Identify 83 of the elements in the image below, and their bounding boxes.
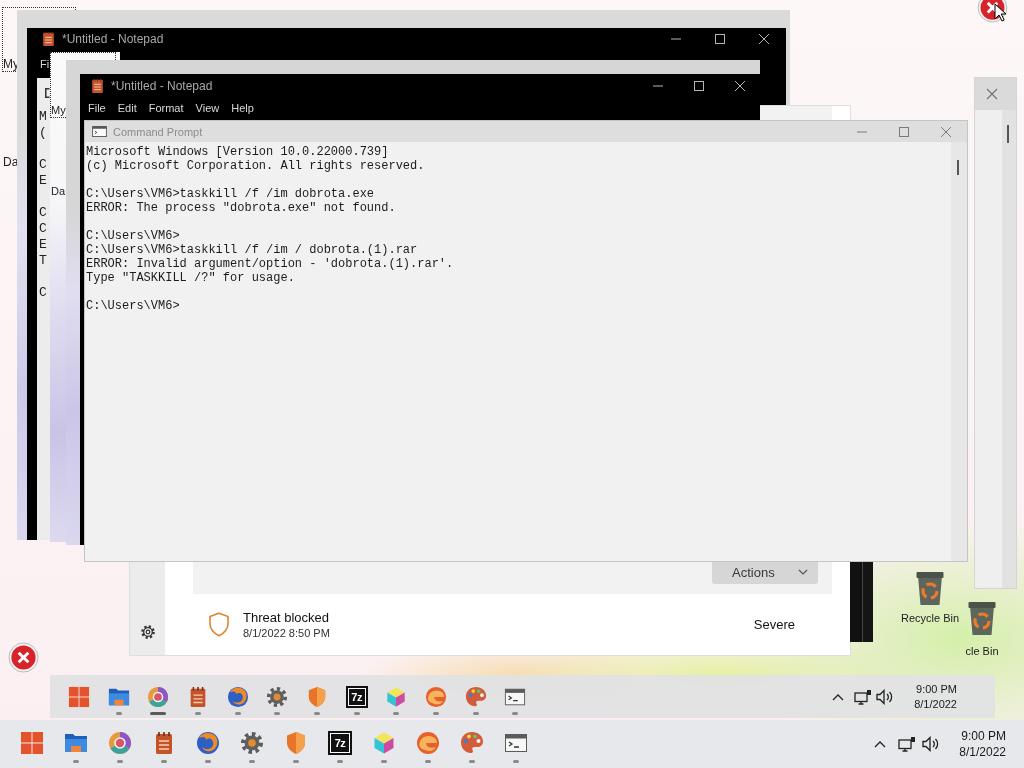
- folder-icon[interactable]: [64, 731, 88, 755]
- palette-icon[interactable]: [464, 686, 487, 708]
- console-line: C:\Users\VM6>taskkill /f /im dobrota.exe: [86, 187, 375, 201]
- menu-item[interactable]: Fi: [40, 58, 50, 70]
- desktop-icon-label[interactable]: My: [51, 104, 66, 117]
- scrollbar-thumb[interactable]: [957, 160, 959, 175]
- threat-title: Threat blocked: [243, 610, 329, 625]
- palette-icon[interactable]: [460, 731, 484, 755]
- swirl-icon[interactable]: [416, 731, 440, 755]
- network-icon[interactable]: [854, 688, 873, 705]
- shield-icon: [208, 611, 230, 638]
- start-icon[interactable]: [20, 731, 44, 755]
- menu-item[interactable]: Format: [148, 102, 184, 114]
- chevron-up-icon[interactable]: [874, 740, 887, 748]
- settings-icon[interactable]: [266, 686, 289, 708]
- clock-time[interactable]: 9:00 PM: [961, 729, 1006, 743]
- window-title: Command Prompt: [113, 125, 203, 138]
- cube-icon[interactable]: [372, 731, 396, 755]
- menu-item[interactable]: File: [88, 102, 106, 114]
- console-line: (c) Microsoft Corporation. All rights reserved.: [86, 159, 425, 173]
- desktop-icon-label[interactable]: cle Bin: [965, 645, 999, 657]
- clock-time[interactable]: 9:00 PM: [916, 683, 957, 695]
- globe-icon[interactable]: [196, 731, 220, 755]
- settings-icon[interactable]: [240, 731, 264, 755]
- volume-icon[interactable]: [922, 736, 941, 752]
- notepad-icon: [43, 32, 54, 46]
- text-line: E: [39, 173, 47, 189]
- console-line: Type "TASKKILL /?" for usage.: [86, 271, 295, 285]
- text-line: E: [39, 237, 47, 253]
- maximize-icon[interactable]: [693, 81, 704, 91]
- globe-icon[interactable]: [226, 686, 249, 708]
- clock-date[interactable]: 8/1/2022: [959, 745, 1006, 759]
- swirl-icon[interactable]: [425, 686, 448, 708]
- text-line: C: [39, 285, 47, 301]
- menu-item[interactable]: Help: [231, 102, 254, 114]
- console-line: Microsoft Windows [Version 10.0.22000.739]: [86, 145, 389, 159]
- archive-logo[interactable]: 7z: [345, 686, 368, 708]
- text-line: T: [39, 253, 47, 269]
- cube-icon[interactable]: [385, 686, 408, 708]
- notepad-icon: [92, 79, 103, 93]
- text-line: C: [39, 157, 47, 173]
- console-line: C:\Users\VM6>: [86, 299, 180, 313]
- text-line: C: [39, 205, 47, 221]
- clock-date[interactable]: 8/1/2022: [914, 698, 957, 710]
- maximize-icon[interactable]: [715, 34, 725, 44]
- desktop-icon-label[interactable]: Da: [3, 156, 19, 169]
- console-line: ERROR: The process "dobrota.exe" not found.: [86, 201, 396, 215]
- settings-icon[interactable]: [139, 624, 156, 640]
- terminal-icon: [92, 126, 107, 137]
- threat-severity: Severe: [753, 617, 795, 632]
- chevron-up-icon[interactable]: [832, 692, 845, 701]
- console-line: ERROR: Invalid argument/option - 'dobrota.(1).rar'.: [86, 257, 454, 271]
- folder-icon[interactable]: [107, 686, 130, 708]
- terminal-icon[interactable]: [504, 686, 527, 708]
- actions-button[interactable]: Actions: [712, 560, 818, 584]
- threat-time: 8/1/2022 8:50 PM: [243, 627, 330, 639]
- scrollbar-thumb[interactable]: [1007, 125, 1009, 143]
- window-title: *Untitled - Notepad: [62, 32, 164, 46]
- close-icon[interactable]: [759, 34, 769, 44]
- terminal-icon[interactable]: [504, 731, 528, 755]
- chevron-down-icon: [798, 569, 808, 575]
- text-line: (: [39, 125, 47, 141]
- close-icon[interactable]: [734, 81, 745, 91]
- error-icon: [8, 642, 39, 673]
- browser-icon[interactable]: [108, 731, 132, 755]
- archive-logo[interactable]: 7z: [328, 731, 352, 755]
- shield-icon[interactable]: [284, 731, 308, 755]
- text-line: M: [39, 109, 47, 125]
- recycle-bin-icon[interactable]: [914, 570, 946, 606]
- start-icon[interactable]: [67, 686, 90, 708]
- menu-item[interactable]: View: [195, 102, 220, 114]
- browser-icon[interactable]: [147, 686, 170, 708]
- desktop-icon-label[interactable]: Recycle Bin: [900, 612, 960, 624]
- network-icon[interactable]: [898, 736, 917, 752]
- volume-icon[interactable]: [876, 688, 895, 705]
- text-line: C: [39, 221, 47, 237]
- console-line: C:\Users\VM6>: [86, 229, 180, 243]
- recycle-bin-icon[interactable]: [966, 600, 998, 636]
- desktop-icon-label[interactable]: Da: [51, 185, 66, 198]
- window-title: *Untitled - Notepad: [111, 79, 213, 93]
- menu-item[interactable]: Edit: [117, 102, 137, 114]
- console-line: C:\Users\VM6>taskkill /f /im / dobrota.(1).rar: [86, 243, 418, 257]
- cursor-icon: [994, 3, 1006, 22]
